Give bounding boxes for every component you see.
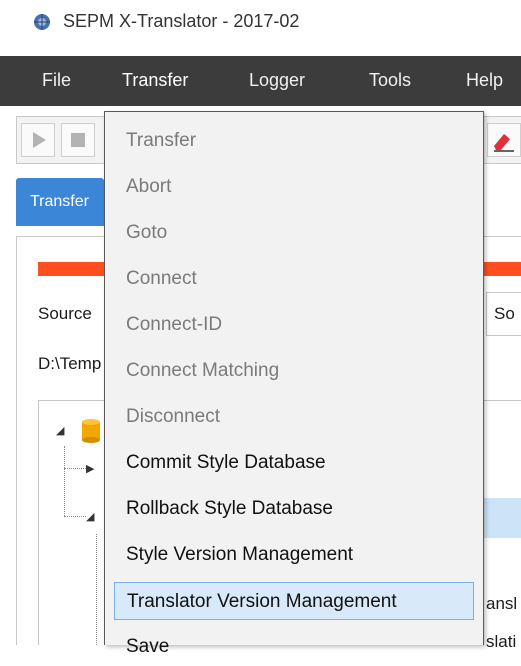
source-label: Source <box>38 304 92 323</box>
target-label: So <box>494 304 515 323</box>
menu-tools[interactable]: Tools <box>369 70 411 91</box>
eraser-button[interactable] <box>487 123 521 157</box>
stop-button[interactable] <box>61 123 95 157</box>
menu-item-connect[interactable]: Connect <box>114 260 474 298</box>
tab-transfer[interactable]: Transfer <box>16 178 104 226</box>
menu-item-connect-matching[interactable]: Connect Matching <box>114 352 474 390</box>
menu-item-disconnect[interactable]: Disconnect <box>114 398 474 436</box>
menu-item-abort[interactable]: Abort <box>114 168 474 206</box>
tree-selected-row[interactable] <box>482 498 521 538</box>
menu-item-rollback-style-database[interactable]: Rollback Style Database <box>114 490 474 528</box>
menu-item-connect-id[interactable]: Connect-ID <box>114 306 474 344</box>
eraser-icon <box>494 134 514 152</box>
menu-bar: File Transfer Logger Tools Help <box>0 56 521 106</box>
globe-gear-icon <box>34 14 50 30</box>
menu-item-transfer[interactable]: Transfer <box>114 122 474 160</box>
tree-item-label: ansl <box>486 594 518 613</box>
play-icon <box>33 132 46 148</box>
stop-icon <box>71 133 85 147</box>
tree-collapsed-icon[interactable]: ▶ <box>86 462 94 475</box>
menu-item-translator-version-management[interactable]: Translator Version Management <box>114 582 474 620</box>
tree-expand-icon[interactable]: ◢ <box>56 424 64 437</box>
play-button[interactable] <box>21 123 55 157</box>
transfer-menu-dropdown: Transfer Abort Goto Connect Connect-ID C… <box>104 111 484 657</box>
menu-item-style-version-management[interactable]: Style Version Management <box>114 536 474 574</box>
tree-expand-icon[interactable]: ◢ <box>86 510 94 523</box>
source-path: D:\Temp <box>38 354 102 373</box>
title-bar: SEPM X-Translator - 2017-02 <box>0 0 521 44</box>
tree-item-label: slati <box>486 632 517 651</box>
menu-item-commit-style-database[interactable]: Commit Style Database <box>114 444 474 482</box>
menu-help[interactable]: Help <box>466 70 503 91</box>
menu-item-save[interactable]: Save <box>114 628 474 666</box>
tree-connector <box>64 446 65 516</box>
tree-connector <box>96 534 97 645</box>
tree-connector <box>64 516 86 517</box>
window-title: SEPM X-Translator - 2017-02 <box>63 11 300 31</box>
menu-file[interactable]: File <box>42 70 71 91</box>
menu-logger[interactable]: Logger <box>249 70 305 91</box>
menu-item-goto[interactable]: Goto <box>114 214 474 252</box>
tree-connector <box>64 468 86 469</box>
menu-transfer[interactable]: Transfer <box>122 70 188 91</box>
database-icon <box>82 419 100 443</box>
